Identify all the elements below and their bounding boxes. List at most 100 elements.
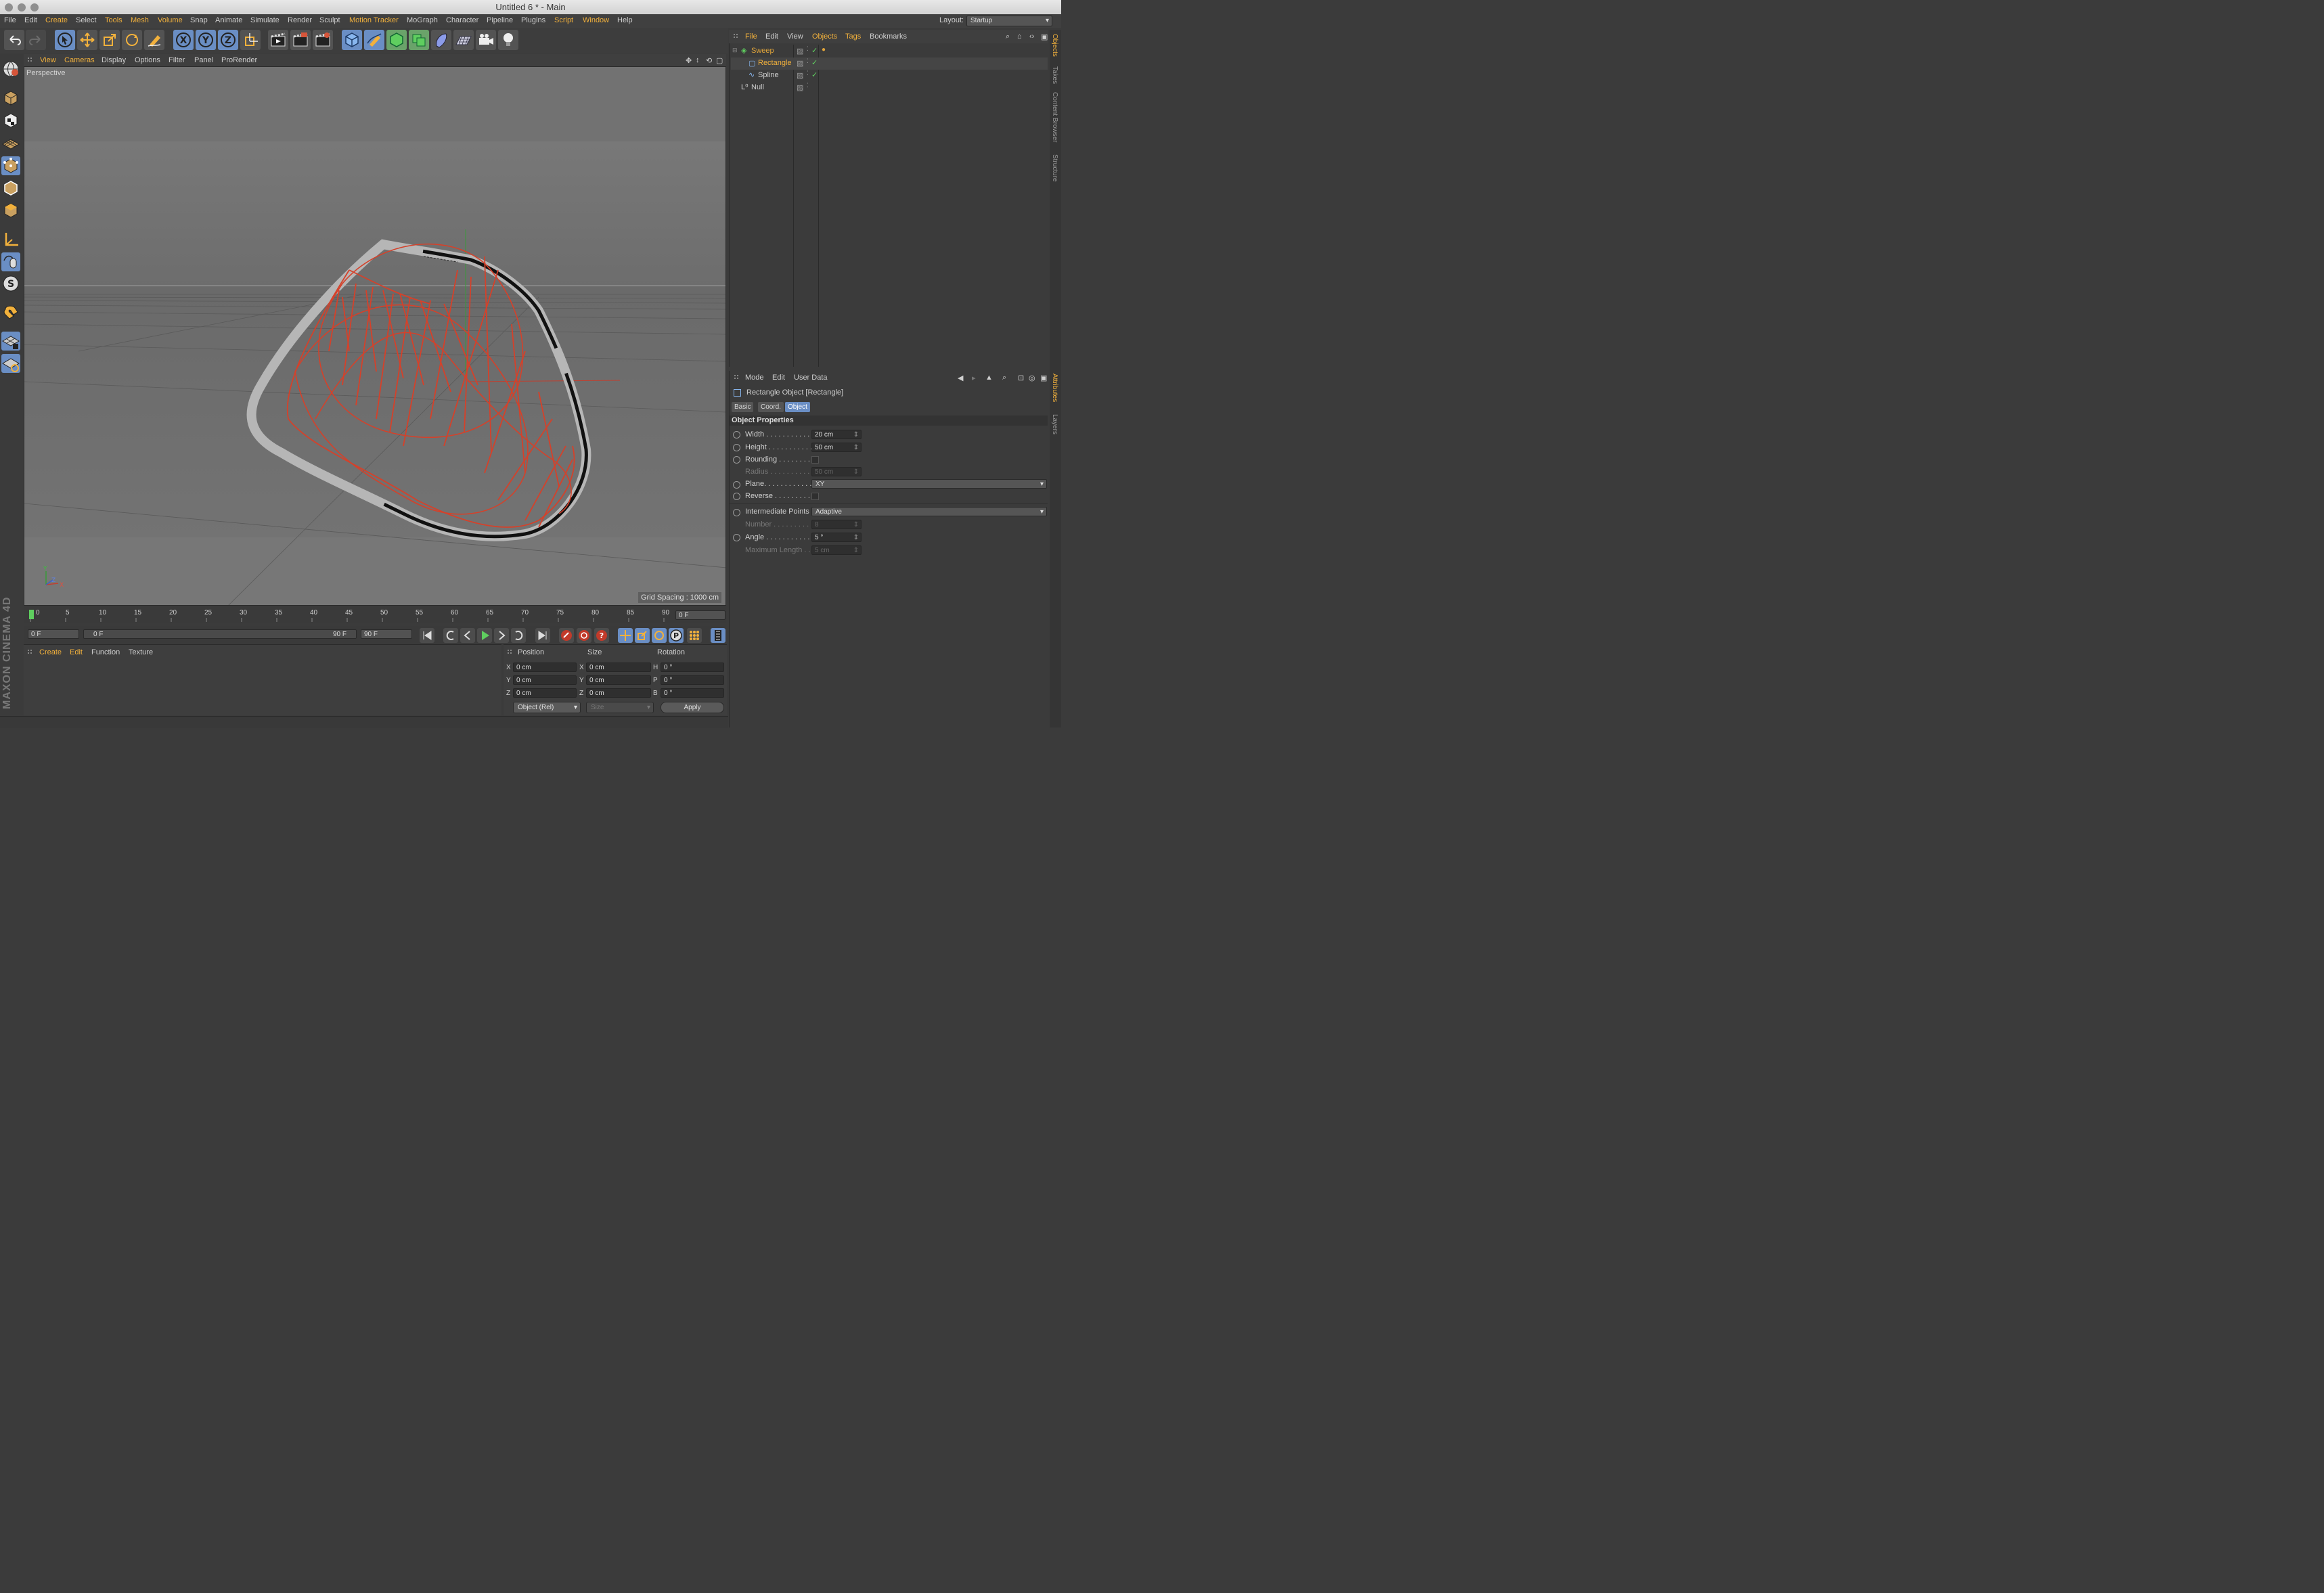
- material-menu-create[interactable]: Create: [39, 648, 62, 656]
- menu-script[interactable]: Script: [554, 16, 573, 24]
- plane-dropdown[interactable]: XY ▾: [811, 479, 1047, 489]
- timeline-scheme-button[interactable]: [711, 628, 725, 643]
- tab-coord[interactable]: Coord.: [758, 402, 784, 412]
- attr-new-window-icon[interactable]: ▣: [1040, 374, 1047, 382]
- edges-mode-button[interactable]: [1, 179, 20, 198]
- menu-create[interactable]: Create: [45, 16, 68, 24]
- undo-button[interactable]: [4, 30, 24, 50]
- material-menu-edit[interactable]: Edit: [70, 648, 83, 656]
- objects-menu-tags[interactable]: Tags: [845, 32, 861, 41]
- layer-toggle-icon[interactable]: ▨: [797, 71, 803, 80]
- size-x-field[interactable]: 0 cm: [586, 663, 651, 672]
- size-mode-dropdown[interactable]: Size ▾: [586, 702, 654, 713]
- angle-field[interactable]: 5 ° ⇕: [811, 533, 862, 542]
- object-row-sweep[interactable]: ⊟ ◈ Sweep ▨ ⁚ ✓ ●: [731, 45, 1048, 58]
- viewport-menu-cameras[interactable]: Cameras: [64, 56, 95, 64]
- timeline-ruler[interactable]: 0 5 10 15 20 25 30 35 40 45 50 55 60 65 …: [24, 607, 726, 623]
- viewport-menu-panel[interactable]: Panel: [194, 56, 213, 64]
- tweak-mode-button[interactable]: [1, 252, 20, 271]
- enable-axis-button[interactable]: [1, 230, 20, 249]
- menu-plugins[interactable]: Plugins: [521, 16, 545, 24]
- coordinate-system-button[interactable]: [240, 30, 261, 50]
- playhead-marker[interactable]: [29, 610, 34, 619]
- attr-panel-grip-icon[interactable]: [734, 374, 740, 381]
- visibility-dots-icon[interactable]: ⁚: [807, 58, 809, 65]
- intermediate-points-dropdown[interactable]: Adaptive ▾: [811, 507, 1047, 516]
- viewport-zoom-icon[interactable]: ↕: [696, 56, 700, 64]
- expand-toggle-icon[interactable]: ⊟: [732, 47, 738, 54]
- visibility-dots-icon[interactable]: ⁚: [807, 70, 809, 77]
- add-floor-button[interactable]: [453, 30, 474, 50]
- reverse-checkbox[interactable]: [811, 493, 819, 500]
- go-to-start-button[interactable]: [420, 628, 434, 643]
- menu-motion-tracker[interactable]: Motion Tracker: [349, 16, 399, 24]
- layer-toggle-icon[interactable]: ▨: [797, 59, 803, 68]
- vtab-content-browser[interactable]: Content Browser: [1051, 92, 1058, 142]
- attr-forward-arrow-icon[interactable]: ▸: [972, 374, 976, 382]
- menu-sculpt[interactable]: Sculpt: [319, 16, 340, 24]
- enabled-check-icon[interactable]: ✓: [811, 70, 818, 79]
- render-settings-button[interactable]: [313, 30, 333, 50]
- phong-tag-icon[interactable]: ●: [822, 46, 826, 53]
- x-axis-lock-button[interactable]: X: [173, 30, 194, 50]
- attr-lock-icon[interactable]: ⊡: [1018, 374, 1024, 382]
- attr-target-icon[interactable]: ◎: [1029, 374, 1035, 382]
- apply-button[interactable]: Apply: [661, 702, 724, 713]
- objects-menu-bookmarks[interactable]: Bookmarks: [870, 32, 907, 41]
- recent-tool-button[interactable]: [144, 30, 164, 50]
- height-anim-radio[interactable]: [733, 444, 740, 451]
- record-rotation-button[interactable]: [652, 628, 667, 643]
- attr-menu-user-data[interactable]: User Data: [794, 374, 828, 382]
- viewport-menu-view[interactable]: View: [40, 56, 56, 64]
- material-panel-grip-icon[interactable]: [27, 649, 34, 656]
- lock-workplane-button[interactable]: [1, 332, 20, 351]
- record-parameter-button[interactable]: P: [669, 628, 684, 643]
- frame-range-slider[interactable]: 0 F 90 F: [83, 629, 357, 639]
- scale-tool-button[interactable]: [99, 30, 120, 50]
- objects-search-icon[interactable]: ⌕: [1006, 32, 1010, 41]
- perspective-viewport[interactable]: Y Z X Perspective Grid Spacing : 1000 cm: [24, 66, 726, 606]
- objects-menu-file[interactable]: File: [745, 32, 757, 41]
- rotation-h-field[interactable]: 0 °: [661, 663, 724, 672]
- number-stepper-icon[interactable]: ⇕: [853, 520, 859, 530]
- size-y-field[interactable]: 0 cm: [586, 675, 651, 685]
- viewport-menu-options[interactable]: Options: [135, 56, 160, 64]
- menu-edit[interactable]: Edit: [24, 16, 37, 24]
- tab-object[interactable]: Object: [785, 402, 810, 412]
- attr-up-arrow-icon[interactable]: ▲: [985, 374, 993, 382]
- attr-menu-mode[interactable]: Mode: [745, 374, 764, 382]
- object-name-sweep[interactable]: Sweep: [751, 47, 774, 55]
- menu-animate[interactable]: Animate: [215, 16, 242, 24]
- record-active-objects-button[interactable]: [559, 628, 574, 643]
- end-frame-field[interactable]: 90 F: [361, 629, 412, 639]
- vtab-takes[interactable]: Takes: [1051, 66, 1058, 84]
- menu-help[interactable]: Help: [617, 16, 633, 24]
- model-mode-button[interactable]: [1, 89, 20, 108]
- vtab-layers[interactable]: Layers: [1051, 414, 1058, 434]
- menu-tools[interactable]: Tools: [105, 16, 122, 24]
- planar-workplane-button[interactable]: [1, 354, 20, 373]
- add-array-button[interactable]: [409, 30, 429, 50]
- viewport-maximize-icon[interactable]: ▢: [716, 56, 723, 65]
- current-frame-field[interactable]: 0 F: [675, 610, 725, 620]
- record-position-button[interactable]: [618, 628, 633, 643]
- objects-new-window-icon[interactable]: ▣: [1041, 32, 1048, 41]
- height-field[interactable]: 50 cm ⇕: [811, 443, 862, 452]
- move-tool-button[interactable]: [77, 30, 97, 50]
- rotation-p-field[interactable]: 0 °: [661, 675, 724, 685]
- layer-toggle-icon[interactable]: ▨: [797, 47, 803, 55]
- autokeying-button[interactable]: [577, 628, 591, 643]
- object-name-spline[interactable]: Spline: [758, 71, 779, 79]
- add-subdivision-button[interactable]: [386, 30, 407, 50]
- visibility-dots-icon[interactable]: ⁚: [807, 82, 809, 89]
- y-axis-lock-button[interactable]: Y: [196, 30, 216, 50]
- next-frame-button[interactable]: [494, 628, 509, 643]
- material-menu-texture[interactable]: Texture: [129, 648, 153, 656]
- object-row-null[interactable]: L⁰ Null ▨ ⁚: [731, 82, 1048, 94]
- polygons-mode-button[interactable]: [1, 201, 20, 220]
- object-panel-grip-icon[interactable]: [733, 33, 740, 40]
- objects-back-icon[interactable]: ‹›: [1029, 32, 1034, 41]
- viewport-menu-prorender[interactable]: ProRender: [221, 56, 257, 64]
- size-z-field[interactable]: 0 cm: [586, 688, 651, 698]
- attr-back-arrow-icon[interactable]: ◀: [958, 374, 963, 382]
